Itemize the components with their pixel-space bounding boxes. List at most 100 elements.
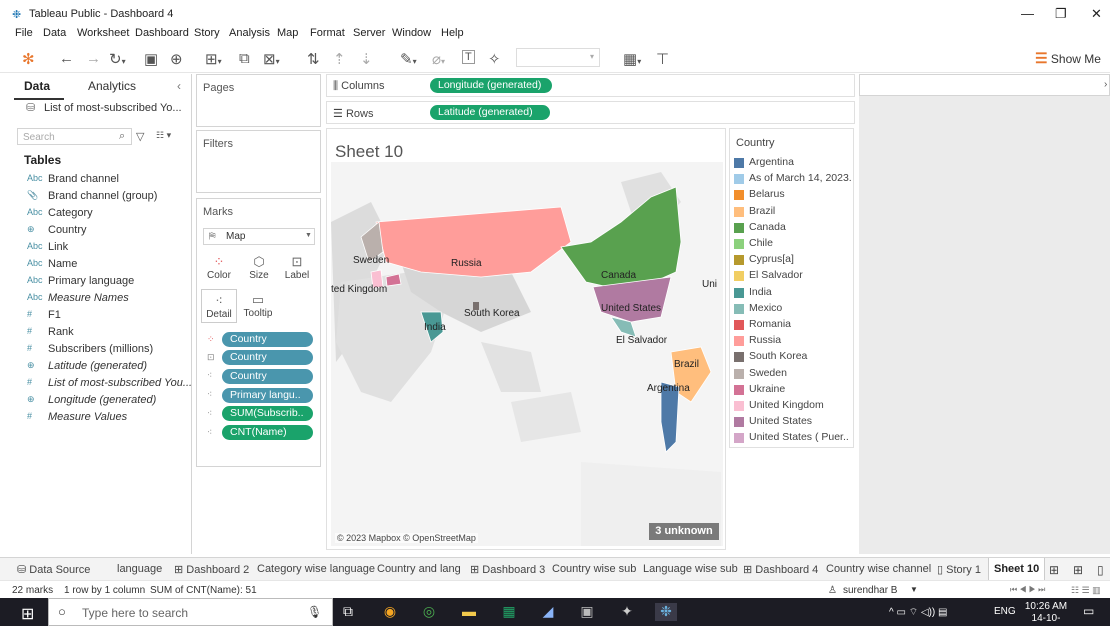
legend-item[interactable]: Romania	[734, 318, 852, 334]
system-tray-icons[interactable]: ^ ▭ ⌔ ◁)) ▤	[889, 606, 947, 619]
app-tool-icon[interactable]: ✦	[616, 603, 638, 621]
legend-item[interactable]: Russia	[734, 334, 852, 350]
tab-dashboard-3[interactable]: ⊞ Dashboard 3	[470, 563, 545, 576]
map-attribution[interactable]: © 2023 Mapbox © OpenStreetMap	[335, 533, 478, 543]
undo-icon[interactable]: ←	[59, 50, 74, 67]
legend-item[interactable]: South Korea	[734, 350, 852, 366]
legend-item[interactable]: Chile	[734, 237, 852, 253]
chrome-icon[interactable]: ◎	[418, 603, 440, 621]
duplicate-icon[interactable]: ⧉	[239, 50, 250, 67]
filters-shelf[interactable]: Filters	[196, 130, 321, 193]
swap-icon[interactable]: ⇅	[307, 50, 320, 68]
field-item[interactable]: Abc Category	[27, 207, 192, 224]
menu-map[interactable]: Map	[277, 27, 298, 39]
field-item[interactable]: Abc Measure Names	[27, 292, 192, 309]
fit-dropdown[interactable]: ▾	[516, 48, 600, 67]
field-search-input[interactable]: Search ⌕	[17, 128, 132, 145]
pill-rows-latitude[interactable]: Latitude (generated)	[430, 105, 550, 120]
pill-detail-country[interactable]: Country	[222, 369, 313, 384]
minimize-icon[interactable]: —	[1021, 6, 1034, 21]
clear-sheet-icon[interactable]: ⊠▾	[263, 50, 280, 68]
legend-item[interactable]: United States ( Puer..	[734, 431, 852, 447]
tab-sheet-10[interactable]: Sheet 10	[988, 558, 1046, 581]
show-me-button[interactable]: ☰ Show Me	[1035, 50, 1101, 67]
field-item[interactable]: Abc Primary language	[27, 275, 192, 292]
tab-dashboard-2[interactable]: ⊞ Dashboard 2	[174, 563, 249, 576]
field-item[interactable]: # Measure Values	[27, 411, 192, 428]
field-item[interactable]: Abc Brand channel	[27, 173, 192, 190]
new-story-tab-icon[interactable]: ▯	[1097, 563, 1104, 577]
app-obs-icon[interactable]: ◉	[379, 603, 401, 621]
tab-category-wise-language[interactable]: Category wise language	[257, 563, 375, 575]
legend-item[interactable]: India	[734, 286, 852, 302]
legend-item[interactable]: Mexico	[734, 302, 852, 318]
tableau-home-icon[interactable]: ✻	[22, 50, 35, 68]
tab-language-wise-sub[interactable]: Language wise sub	[643, 563, 738, 575]
menu-server[interactable]: Server	[353, 27, 385, 39]
taskbar-clock[interactable]: 10:26 AM 14-10-2023	[1023, 601, 1069, 637]
tab-navigation-icon[interactable]: ⏮ ◀ ▶ ⏭	[1010, 585, 1045, 595]
show-cards-icon[interactable]: ▦▾	[623, 50, 641, 68]
tab-country-and-lang[interactable]: Country and lang	[377, 563, 461, 575]
tooltip-button[interactable]: ▭ Tooltip	[240, 289, 276, 323]
field-item[interactable]: ⊕ Longitude (generated)	[27, 394, 192, 411]
show-labels-icon[interactable]: T	[462, 50, 475, 64]
chevron-down-icon[interactable]: ▼	[910, 585, 918, 594]
tab-data[interactable]: Data	[24, 79, 50, 93]
field-item[interactable]: # Rank	[27, 326, 192, 343]
windows-start-icon[interactable]: ⊞	[21, 604, 34, 624]
legend-item[interactable]: United Kingdom	[734, 399, 852, 415]
sort-descending-icon[interactable]: ⇣	[360, 50, 373, 68]
app-generic-icon[interactable]: ▣	[576, 603, 598, 621]
input-language[interactable]: ENG	[994, 606, 1016, 617]
field-item[interactable]: Abc Name	[27, 258, 192, 275]
redo-icon[interactable]: →	[86, 50, 101, 67]
tab-analytics[interactable]: Analytics	[88, 79, 136, 93]
field-item[interactable]: # F1	[27, 309, 192, 326]
field-item[interactable]: # Subscribers (millions)	[27, 343, 192, 360]
legend-item[interactable]: Brazil	[734, 205, 852, 221]
task-view-icon[interactable]: ⧉	[337, 603, 359, 621]
chevron-right-icon[interactable]: ›	[1104, 79, 1107, 90]
size-button[interactable]: ⬡ Size	[241, 251, 277, 285]
tab-dashboard-4[interactable]: ⊞ Dashboard 4	[743, 563, 818, 576]
menu-analysis[interactable]: Analysis	[229, 27, 270, 39]
pages-shelf[interactable]: Pages	[196, 74, 321, 127]
file-explorer-icon[interactable]: ▬	[458, 603, 480, 621]
pill-label-country[interactable]: Country	[222, 350, 313, 365]
columns-shelf[interactable]: ⫼ Columns Longitude (generated)	[326, 74, 855, 97]
menu-file[interactable]: File	[15, 27, 33, 39]
fix-axes-icon[interactable]: ✧	[488, 50, 501, 68]
label-button[interactable]: ⊡ Label	[279, 251, 315, 285]
new-datasource-icon[interactable]: ⊕	[170, 50, 183, 68]
pill-detail-cnt-name[interactable]: CNT(Name)	[222, 425, 313, 440]
legend-item[interactable]: El Salvador	[734, 269, 852, 285]
new-dashboard-tab-icon[interactable]: ⊞	[1073, 563, 1083, 577]
excel-icon[interactable]: ▦	[498, 603, 520, 621]
field-item[interactable]: ⊕ Country	[27, 224, 192, 241]
close-icon[interactable]: ✕	[1091, 6, 1102, 22]
map-view[interactable]: Sweden Russia ted Kingdom India South Ko…	[331, 162, 723, 546]
legend-item[interactable]: Sweden	[734, 367, 852, 383]
menu-story[interactable]: Story	[194, 27, 220, 39]
status-user[interactable]: surendhar B	[843, 585, 897, 596]
field-item[interactable]: Abc Link	[27, 241, 192, 258]
tab-story-1[interactable]: ▯ Story 1	[937, 563, 981, 576]
field-item[interactable]: ⊕ Latitude (generated)	[27, 360, 192, 377]
unknown-indicator[interactable]: 3 unknown	[649, 523, 719, 540]
taskbar-search-input[interactable]: ○ Type here to search 🎙	[48, 598, 333, 626]
mark-type-dropdown[interactable]: ⛿ Map ▼	[203, 228, 315, 245]
tab-country-wise-sub[interactable]: Country wise sub	[552, 563, 636, 575]
legend-item[interactable]: Argentina	[734, 156, 852, 172]
collapse-pane-icon[interactable]: ‹	[177, 79, 181, 93]
highlight-icon[interactable]: ✎▾	[400, 50, 417, 68]
pill-color-country[interactable]: Country	[222, 332, 313, 347]
legend-item[interactable]: Canada	[734, 221, 852, 237]
legend-item[interactable]: Ukraine	[734, 383, 852, 399]
menu-dashboard[interactable]: Dashboard	[135, 27, 189, 39]
restore-icon[interactable]: ❐	[1055, 6, 1067, 22]
sort-ascending-icon[interactable]: ⇡	[333, 50, 346, 68]
field-item[interactable]: 📎 Brand channel (group)	[27, 190, 192, 207]
menu-window[interactable]: Window	[392, 27, 431, 39]
tableau-taskbar-icon[interactable]: ❉	[655, 603, 677, 621]
